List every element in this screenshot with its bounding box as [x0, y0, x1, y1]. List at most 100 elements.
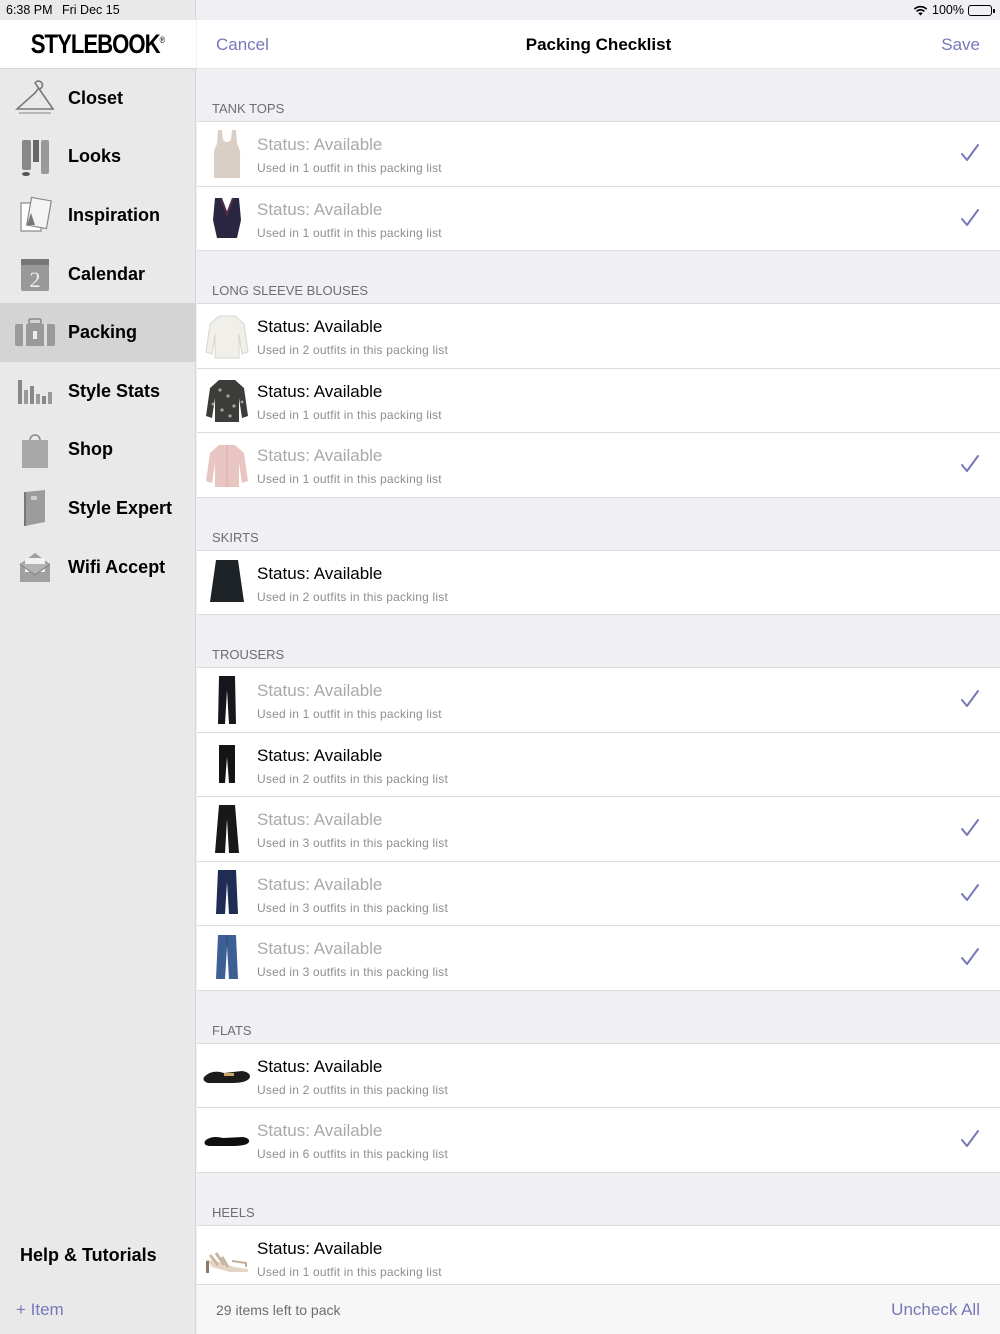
checklist-row[interactable]: Status: Available Used in 2 outfits in th…: [197, 550, 1000, 615]
garment-thumbnail: [197, 433, 257, 497]
checkmark-icon: [961, 208, 979, 226]
checklist-row[interactable]: Status: Available Used in 1 outfit in thi…: [197, 368, 1000, 433]
book-icon: [14, 487, 56, 529]
row-text: Status: Available Used in 2 outfits in th…: [257, 1057, 448, 1097]
item-status: Status: Available: [257, 317, 383, 336]
sidebar-item-looks[interactable]: Looks: [0, 128, 196, 187]
save-button[interactable]: Save: [941, 35, 980, 55]
item-usage: Used in 6 outfits in this packing list: [257, 1147, 449, 1161]
item-usage: Used in 3 outfits in this packing list: [257, 836, 449, 850]
checklist-row[interactable]: Status: Available Used in 1 outfit in thi…: [197, 122, 1000, 187]
checklist-row[interactable]: Status: Available Used in 3 outfits in th…: [197, 926, 1000, 991]
sidebar-item-label: Inspiration: [68, 204, 161, 225]
photos-icon: [14, 194, 56, 236]
checkmark-icon: [961, 883, 979, 901]
section-header: HEELS: [197, 1173, 1000, 1226]
garment-thumbnail: [197, 186, 257, 250]
item-status: Status: Available: [257, 563, 383, 583]
row-text: Status: Available Used in 1 outfit in thi…: [257, 382, 442, 422]
checklist-row[interactable]: Status: Available Used in 2 outfits in th…: [197, 304, 1000, 369]
uncheck-all-button[interactable]: Uncheck All: [891, 1300, 980, 1320]
packing-list[interactable]: TANK TOPS Status: Available Used in 1 outf…: [197, 69, 1000, 1284]
svg-text:2: 2: [30, 267, 41, 292]
item-status: Status: Available: [257, 446, 383, 465]
item-status: Status: Available: [257, 939, 383, 958]
section-header: SKIRTS: [197, 498, 1000, 551]
sidebar-item-inspiration[interactable]: Inspiration: [0, 186, 196, 245]
checklist-row[interactable]: Status: Available Used in 1 outfit in thi…: [197, 1225, 1000, 1284]
section-header: FLATS: [197, 991, 1000, 1044]
sidebar-item-closet[interactable]: Closet: [0, 69, 196, 128]
page-title: Packing Checklist: [525, 35, 672, 54]
garment-thumbnail: [197, 368, 257, 432]
garment-thumbnail: [197, 1225, 257, 1284]
checklist-row[interactable]: Status: Available Used in 1 outfit in thi…: [197, 433, 1000, 498]
bar-chart-icon: [14, 370, 56, 412]
main-panel: Packing Checklist Cancel Save TANK TOPS S…: [197, 0, 1000, 1334]
item-usage: Used in 2 outfits in this packing list: [257, 1082, 449, 1097]
row-text: Status: Available Used in 2 outfits in th…: [257, 564, 448, 604]
item-status: Status: Available: [257, 1238, 383, 1258]
item-usage: Used in 2 outfits in this packing list: [257, 771, 449, 786]
sidebar: STYLEBOOK® Closet Looks Inspiration 2 Ca…: [0, 0, 196, 1334]
checklist-row[interactable]: Status: Available Used in 1 outfit in thi…: [197, 186, 1000, 251]
wifi-icon: [913, 5, 928, 15]
add-item-button[interactable]: + Item: [16, 1300, 64, 1320]
footer-toolbar: 29 items left to pack Uncheck All: [197, 1284, 1000, 1334]
checkmark-icon: [961, 455, 979, 472]
checklist-row[interactable]: Status: Available Used in 1 outfit in thi…: [197, 668, 1000, 733]
sidebar-item-label: Closet: [68, 87, 124, 108]
sidebar-item-label: Style Expert: [68, 497, 173, 518]
sidebar-item-packing[interactable]: Packing: [0, 303, 196, 362]
item-status: Status: Available: [257, 1121, 383, 1140]
checkmark-icon: [961, 948, 979, 965]
item-usage: Used in 3 outfits in this packing list: [257, 900, 449, 915]
garment-thumbnail: [197, 304, 257, 368]
item-status: Status: Available: [257, 1056, 383, 1076]
row-text: Status: Available Used in 1 outfit in thi…: [257, 446, 442, 486]
checklist-row[interactable]: Status: Available Used in 6 outfits in th…: [197, 1108, 1000, 1173]
item-status: Status: Available: [257, 381, 383, 401]
sidebar-item-label: Style Stats: [68, 380, 161, 401]
battery-percent: 100%: [932, 3, 964, 17]
garment-thumbnail: [197, 1108, 257, 1172]
item-status: Status: Available: [257, 810, 383, 829]
item-usage: Used in 2 outfits in this packing list: [257, 343, 449, 357]
checkmark-icon: [961, 819, 979, 836]
checklist-row[interactable]: Status: Available Used in 3 outfits in th…: [197, 861, 1000, 926]
sidebar-item-calendar[interactable]: 2 Calendar: [0, 245, 196, 304]
sidebar-item-style-expert[interactable]: Style Expert: [0, 479, 196, 538]
section-header: LONG SLEEVE BLOUSES: [197, 251, 1000, 304]
garment-thumbnail: [197, 668, 257, 732]
item-status: Status: Available: [257, 199, 383, 219]
section-header: TROUSERS: [197, 615, 1000, 668]
cancel-button[interactable]: Cancel: [216, 35, 269, 55]
checkmark-icon: [961, 144, 979, 161]
row-text: Status: Available Used in 2 outfits in th…: [257, 317, 448, 357]
navigation-bar: Packing Checklist Cancel Save: [197, 20, 1000, 69]
checklist-row[interactable]: Status: Available Used in 2 outfits in th…: [197, 732, 1000, 797]
row-text: Status: Available Used in 3 outfits in th…: [257, 810, 448, 850]
garment-thumbnail: [197, 550, 257, 614]
item-usage: Used in 1 outfit in this packing list: [257, 225, 442, 240]
item-usage: Used in 3 outfits in this packing list: [257, 965, 449, 979]
sidebar-item-wifi-accept[interactable]: Wifi Accept: [0, 538, 196, 597]
item-status: Status: Available: [257, 135, 383, 154]
checklist-row[interactable]: Status: Available Used in 3 outfits in th…: [197, 797, 1000, 862]
item-usage: Used in 2 outfits in this packing list: [257, 589, 449, 604]
hanger-icon: [14, 77, 56, 119]
help-tutorials-link[interactable]: Help & Tutorials: [20, 1245, 157, 1266]
checklist-row[interactable]: Status: Available Used in 2 outfits in th…: [197, 1043, 1000, 1108]
garment-thumbnail: [197, 797, 257, 861]
sidebar-item-label: Packing: [68, 322, 138, 343]
sidebar-item-style-stats[interactable]: Style Stats: [0, 362, 196, 421]
item-usage: Used in 1 outfit in this packing list: [257, 161, 442, 175]
sidebar-item-label: Looks: [68, 146, 122, 167]
app-logo: STYLEBOOK®: [30, 28, 166, 59]
suitcase-icon: [14, 312, 56, 354]
item-usage: Used in 1 outfit in this packing list: [257, 407, 442, 422]
sidebar-item-label: Calendar: [68, 263, 146, 284]
sidebar-item-shop[interactable]: Shop: [0, 421, 196, 480]
item-usage: Used in 1 outfit in this packing list: [257, 1264, 442, 1279]
row-text: Status: Available Used in 1 outfit in thi…: [257, 1239, 442, 1279]
